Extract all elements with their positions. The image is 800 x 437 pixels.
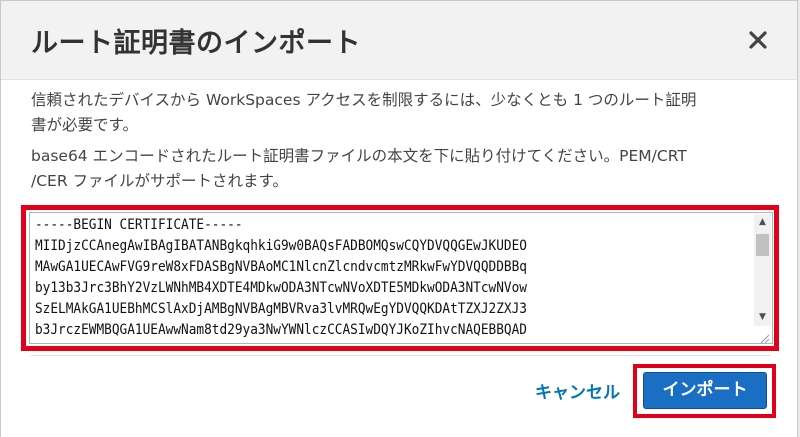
import-root-certificate-dialog: ルート証明書のインポート 信頼されたデバイスから WorkSpaces アクセス… (0, 0, 798, 437)
dialog-header: ルート証明書のインポート (1, 1, 797, 80)
resize-handle-icon[interactable] (758, 329, 770, 343)
description-requirement-line1: 信頼されたデバイスから WorkSpaces アクセスを制限するには、少なくとも… (31, 91, 697, 109)
dialog-title: ルート証明書のインポート (31, 28, 361, 59)
scroll-down-icon[interactable]: ▼ (754, 309, 771, 326)
description-paste-line1: base64 エンコードされたルート証明書ファイルの本文を下に貼り付けてください… (31, 147, 687, 165)
import-button[interactable]: インポート (643, 372, 767, 409)
close-icon[interactable] (745, 27, 771, 53)
footer-divider (31, 355, 771, 356)
description-requirement-line2: 書が必要です。 (31, 116, 138, 134)
cancel-button[interactable]: キャンセル (535, 378, 620, 403)
textarea-scrollbar[interactable]: ▲ ▼ (754, 214, 771, 326)
description-paste-line2: /CER ファイルがサポートされます。 (31, 172, 288, 190)
scrollbar-thumb[interactable] (756, 234, 769, 256)
description-paste-instructions: base64 エンコードされたルート証明書ファイルの本文を下に貼り付けてください… (31, 144, 771, 194)
description-requirement: 信頼されたデバイスから WorkSpaces アクセスを制限するには、少なくとも… (31, 88, 771, 138)
scroll-up-icon[interactable]: ▲ (754, 214, 771, 231)
certificate-text[interactable]: -----BEGIN CERTIFICATE----- MIIDjzCCAneg… (35, 215, 527, 341)
certificate-body-textarea[interactable]: -----BEGIN CERTIFICATE----- MIIDjzCCAneg… (29, 212, 773, 344)
